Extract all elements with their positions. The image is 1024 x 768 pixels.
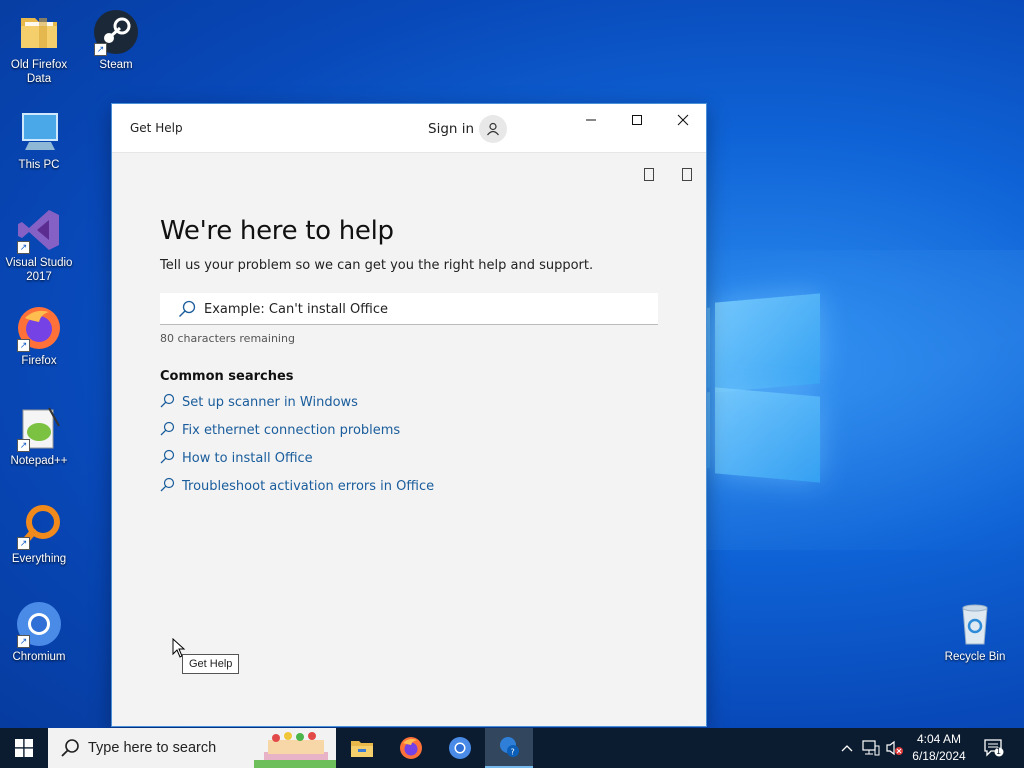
- computer-icon: [22, 113, 58, 150]
- taskbar-search-placeholder: Type here to search: [88, 740, 217, 756]
- desktop-icon-label: Old Firefox Data: [10, 59, 68, 85]
- taskbar-file-explorer[interactable]: [338, 728, 386, 768]
- common-search-link[interactable]: Set up scanner in Windows: [160, 388, 658, 416]
- taskbar-firefox[interactable]: [387, 728, 435, 768]
- desktop-icon-label: Steam: [99, 59, 133, 71]
- svg-text:?: ?: [511, 748, 515, 757]
- search-icon: [61, 739, 79, 757]
- desktop-icon-label: Everything: [11, 553, 67, 565]
- common-searches-heading: Common searches: [160, 369, 294, 384]
- windows-logo-icon: [15, 739, 33, 757]
- search-icon: [160, 477, 182, 496]
- action-center-button[interactable]: 1: [980, 728, 1008, 768]
- tooltip: Get Help: [182, 654, 240, 674]
- file-explorer-icon: [351, 741, 373, 757]
- volume-button[interactable]: [884, 728, 906, 768]
- minimize-icon: [586, 119, 596, 121]
- desktop-icon-label: Firefox: [21, 355, 57, 367]
- page-heading: We're here to help: [160, 216, 394, 246]
- desktop-icon-label: Notepad++: [10, 455, 68, 467]
- start-button[interactable]: [0, 728, 48, 768]
- chevron-up-icon: [841, 745, 853, 752]
- speaker-muted-icon: [886, 740, 903, 756]
- desktop-icon-chromium[interactable]: ↗ Chromium: [1, 600, 77, 664]
- common-search-link-text[interactable]: Troubleshoot activation errors in Office: [182, 479, 434, 494]
- common-search-link-text[interactable]: Set up scanner in Windows: [182, 395, 358, 410]
- desktop-icon-notepadpp[interactable]: ↗ Notepad++: [1, 404, 77, 468]
- desktop-icon-visual-studio[interactable]: ↗ Visual Studio 2017: [1, 206, 77, 284]
- page-subtext: Tell us your problem so we can get you t…: [160, 258, 594, 273]
- recycle-bin-icon: [962, 604, 988, 645]
- shortcut-arrow-icon: ↗: [17, 635, 30, 648]
- search-icon: [160, 449, 182, 468]
- taskbar-chromium[interactable]: [436, 728, 484, 768]
- desktop-icon-firefox[interactable]: ↗ Firefox: [1, 304, 77, 368]
- get-help-icon: ?: [500, 737, 519, 757]
- search-icon: [160, 421, 182, 440]
- window-title: Get Help: [130, 121, 183, 135]
- desktop-icon-steam[interactable]: ↗ Steam: [78, 8, 154, 72]
- search-icon: [160, 393, 182, 412]
- clock-date: 6/18/2024: [912, 749, 966, 763]
- shortcut-arrow-icon: ↗: [17, 339, 30, 352]
- search-icon: [179, 300, 196, 317]
- desktop-icon-label: Recycle Bin: [944, 651, 1006, 663]
- close-icon: [677, 114, 689, 126]
- taskbar-get-help[interactable]: ?: [485, 728, 533, 768]
- desktop-icon-label: This PC: [18, 159, 60, 171]
- network-icon: [862, 740, 880, 756]
- maximize-icon: [632, 115, 642, 125]
- chromium-icon: [449, 737, 471, 759]
- wallpaper-windows-logo: [700, 288, 825, 483]
- help-content: We're here to help Tell us your problem …: [160, 216, 658, 500]
- notification-count-badge: 1: [996, 747, 1002, 756]
- show-hidden-icons-button[interactable]: [838, 728, 856, 768]
- search-highlight-illustration-icon: [254, 732, 336, 768]
- common-search-link-text[interactable]: How to install Office: [182, 451, 313, 466]
- folder-icon: [21, 18, 57, 48]
- feedback-icon[interactable]: [644, 168, 654, 181]
- common-search-link[interactable]: Fix ethernet connection problems: [160, 416, 658, 444]
- account-avatar-icon[interactable]: [479, 115, 507, 143]
- firefox-icon: [400, 737, 422, 759]
- common-search-link-text[interactable]: Fix ethernet connection problems: [182, 423, 400, 438]
- taskbar-search-box[interactable]: Type here to search: [48, 728, 336, 768]
- more-options-icon[interactable]: [682, 168, 692, 181]
- desktop-icon-label: Chromium: [12, 651, 66, 663]
- close-button[interactable]: [660, 104, 706, 136]
- desktop-icon-this-pc[interactable]: This PC: [1, 108, 77, 172]
- common-search-link[interactable]: How to install Office: [160, 444, 658, 472]
- desktop-icon-old-firefox-data[interactable]: Old Firefox Data: [1, 8, 77, 86]
- taskbar: Type here to search ? 4:04 AM 6/18/2024 …: [0, 728, 1024, 768]
- sign-in-button[interactable]: Sign in: [428, 121, 474, 137]
- shortcut-arrow-icon: ↗: [94, 43, 107, 56]
- network-status-button[interactable]: [860, 728, 882, 768]
- characters-remaining: 80 characters remaining: [160, 332, 295, 345]
- help-search-input[interactable]: [202, 293, 646, 325]
- desktop-icon-recycle-bin[interactable]: Recycle Bin: [937, 600, 1013, 664]
- shortcut-arrow-icon: ↗: [17, 241, 30, 254]
- minimize-button[interactable]: [568, 104, 614, 136]
- get-help-window: Get Help Sign in We're here to help Tell…: [112, 104, 706, 726]
- common-search-link[interactable]: Troubleshoot activation errors in Office: [160, 472, 658, 500]
- title-bar[interactable]: Get Help Sign in: [112, 104, 706, 153]
- help-search-box[interactable]: [160, 293, 658, 325]
- shortcut-arrow-icon: ↗: [17, 439, 30, 452]
- desktop-icon-everything[interactable]: ↗ Everything: [1, 502, 77, 566]
- shortcut-arrow-icon: ↗: [17, 537, 30, 550]
- clock-time: 4:04 AM: [916, 732, 962, 746]
- maximize-button[interactable]: [614, 104, 660, 136]
- desktop-icon-label: Visual Studio 2017: [5, 257, 73, 283]
- system-clock[interactable]: 4:04 AM 6/18/2024: [904, 731, 974, 765]
